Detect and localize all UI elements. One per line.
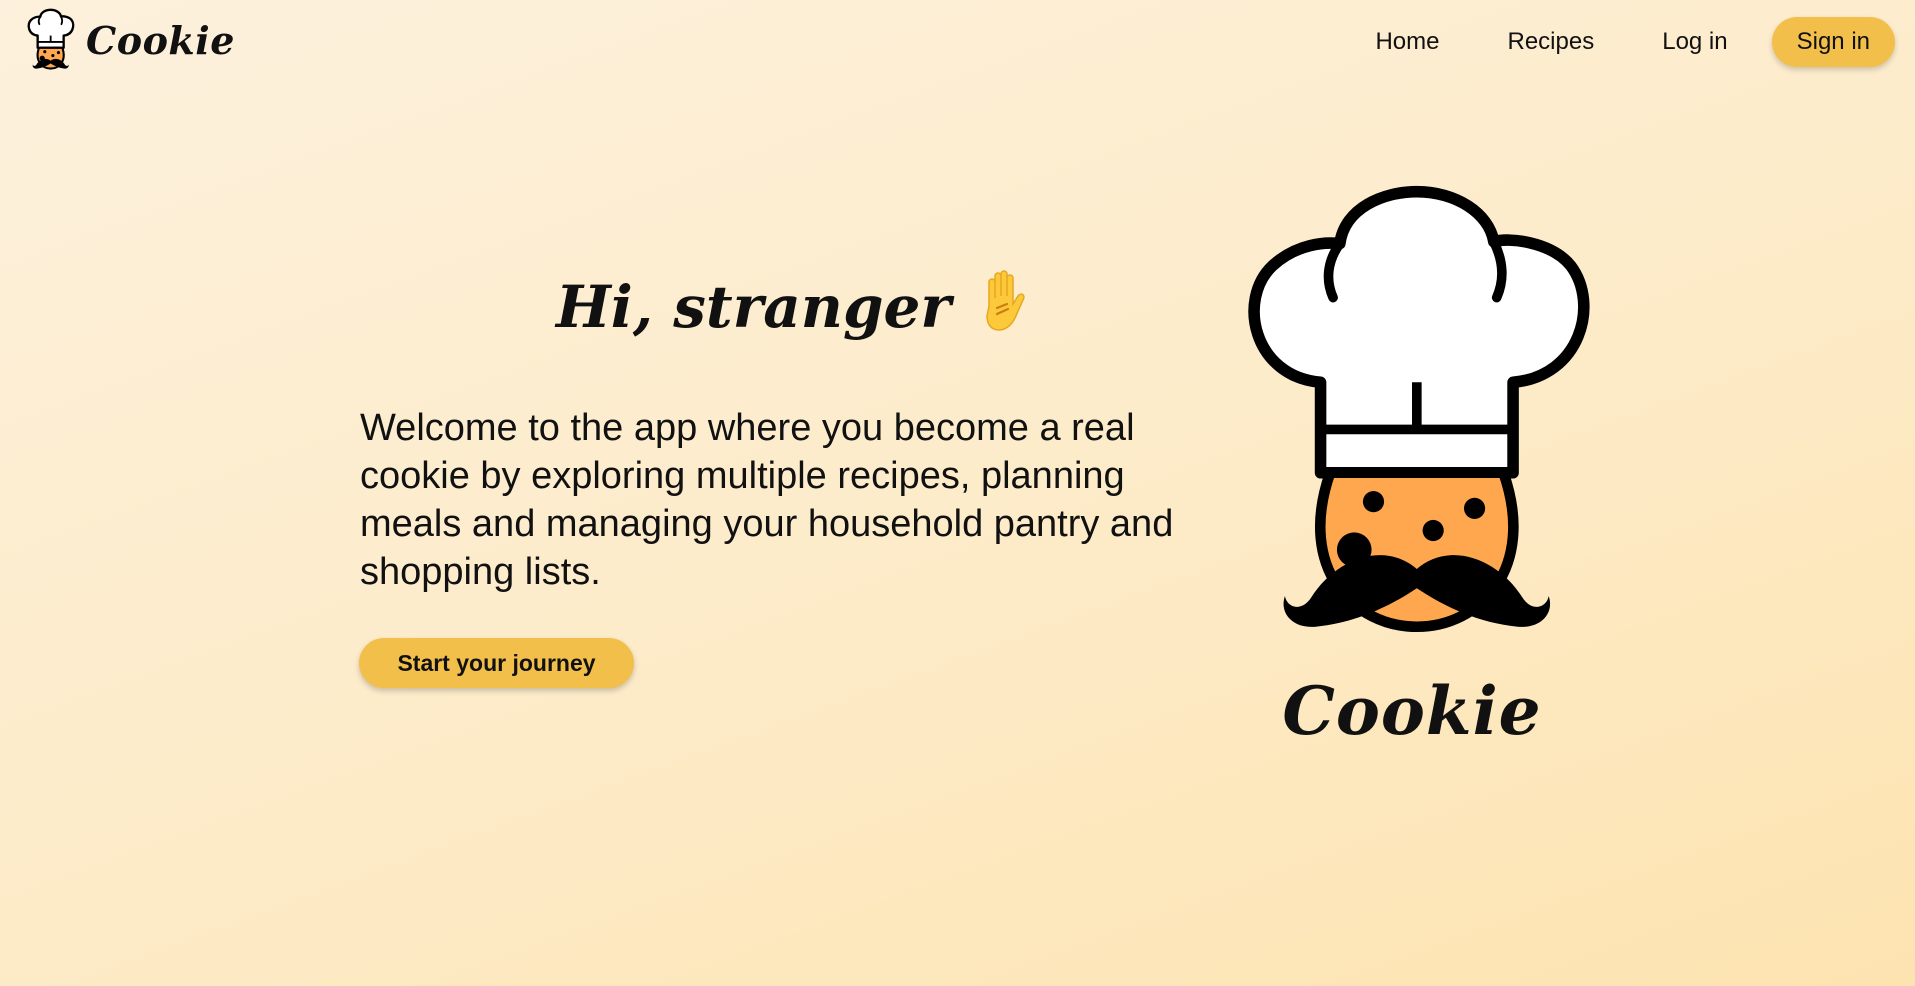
chef-cookie-icon — [1212, 184, 1612, 646]
sign-in-button[interactable]: Sign in — [1771, 17, 1895, 67]
nav-home-link[interactable]: Home — [1341, 17, 1473, 67]
hero-logo-title: Cookie — [1282, 672, 1542, 750]
raised-hand-icon — [975, 268, 1029, 346]
nav-links: Home Recipes Log in Sign in — [1341, 17, 1895, 67]
intro-paragraph: Welcome to the app where you become a re… — [360, 407, 1174, 593]
nav-recipes-link[interactable]: Recipes — [1474, 17, 1629, 67]
greeting-text: Hi, stranger — [556, 273, 951, 341]
top-navbar: Cookie Home Recipes Log in Sign in — [0, 0, 1915, 84]
greeting-heading: Hi, stranger — [556, 268, 1029, 346]
chef-cookie-icon — [24, 8, 76, 72]
brand-name: Cookie — [86, 17, 235, 63]
start-journey-button[interactable]: Start your journey — [359, 638, 634, 688]
brand-logo-link[interactable]: Cookie — [24, 8, 235, 72]
chef-cookie-illustration — [1212, 184, 1612, 646]
nav-login-link[interactable]: Log in — [1628, 17, 1761, 67]
